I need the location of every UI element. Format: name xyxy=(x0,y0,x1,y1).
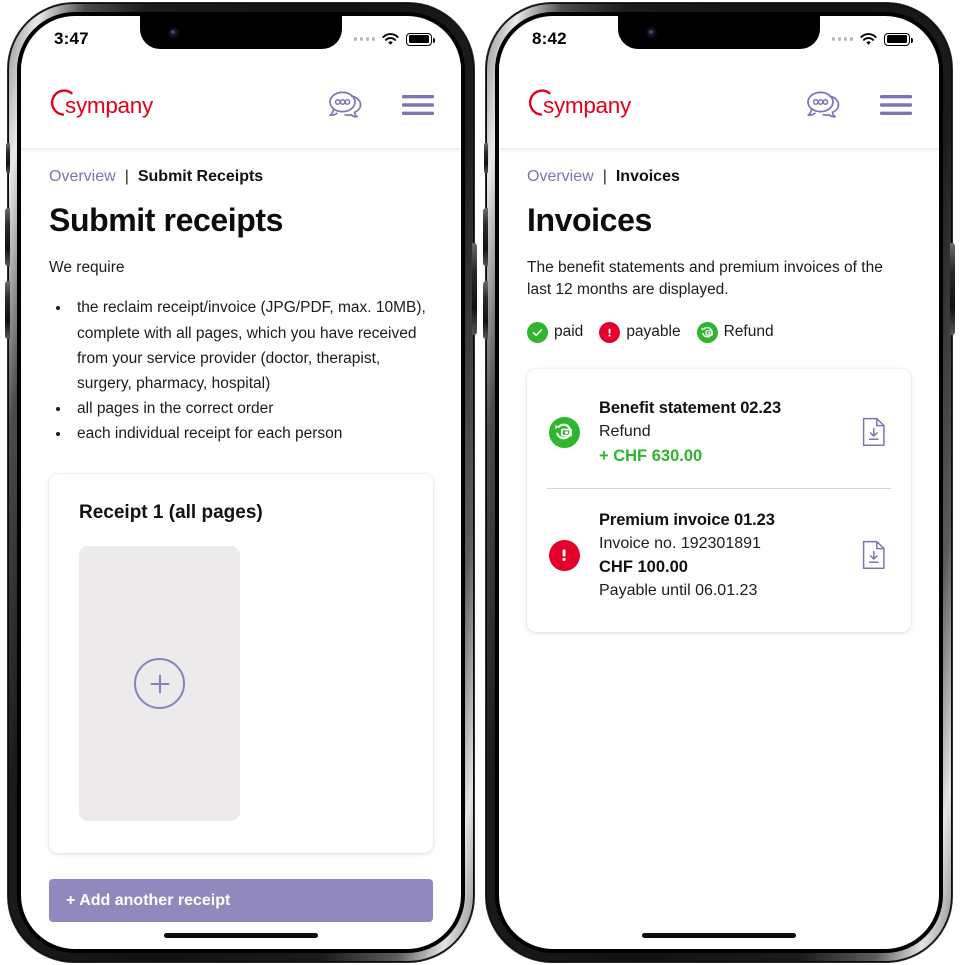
breadcrumb-separator: | xyxy=(602,168,607,185)
document-download-icon[interactable] xyxy=(859,417,889,447)
volume-up-button[interactable] xyxy=(5,208,10,266)
wifi-icon xyxy=(860,32,877,46)
invoice-status-wrap xyxy=(547,539,581,571)
exclamation-circle-icon xyxy=(548,539,580,571)
invoice-number: Invoice no. 192301891 xyxy=(599,534,761,552)
list-item: all pages in the correct order xyxy=(71,396,433,421)
signal-dots-icon xyxy=(831,37,853,41)
invoice-title: Benefit statement 02.23 xyxy=(599,398,782,417)
refund-circle-icon xyxy=(548,416,580,448)
exclamation-circle-icon xyxy=(599,321,621,343)
chat-bubbles-icon[interactable] xyxy=(805,89,843,121)
status-bar: 8:42 xyxy=(499,16,939,62)
page-content-right: Overview | Invoices Invoices The benefit… xyxy=(499,168,939,632)
breadcrumb-current: Invoices xyxy=(615,168,680,185)
power-button[interactable] xyxy=(472,243,477,335)
header-actions xyxy=(327,89,435,121)
hamburger-menu-icon[interactable] xyxy=(401,93,435,117)
silence-switch[interactable] xyxy=(6,143,10,173)
invoice-title: Premium invoice 01.23 xyxy=(599,510,775,529)
add-another-receipt-button[interactable]: + Add another receipt xyxy=(49,879,433,923)
invoice-details: Premium invoice 01.23 Invoice no. 192301… xyxy=(599,511,841,600)
invoice-status-wrap xyxy=(547,416,581,448)
receipt-card-title: Receipt 1 (all pages) xyxy=(79,502,263,524)
intro-text: The benefit statements and premium invoi… xyxy=(527,259,883,299)
power-button[interactable] xyxy=(950,243,955,335)
invoice-amount: CHF 100.00 xyxy=(599,557,688,576)
page-content-left: Overview | Submit Receipts Submit receip… xyxy=(21,168,461,923)
battery-full-icon xyxy=(406,32,435,46)
status-indicators xyxy=(353,32,435,46)
status-clock: 8:42 xyxy=(532,29,567,48)
screenshot-stage: 3:47 sympany Overview | Submit Receipts … xyxy=(0,0,960,965)
battery-full-icon xyxy=(884,32,913,46)
legend-label-paid: paid xyxy=(554,323,584,341)
check-circle-icon xyxy=(527,321,548,343)
page-title: Invoices xyxy=(527,202,652,238)
document-download-icon[interactable] xyxy=(859,540,889,570)
receipt-upload-dropzone[interactable] xyxy=(79,546,240,822)
sympany-logo[interactable]: sympany xyxy=(49,88,153,122)
app-header-right: sympany xyxy=(499,62,939,148)
intro-text: We require xyxy=(49,259,125,276)
invoice-row-benefit-statement[interactable]: Benefit statement 02.23 Refund + CHF 630… xyxy=(527,377,911,488)
wifi-icon xyxy=(382,32,399,46)
invoice-row-premium-invoice[interactable]: Premium invoice 01.23 Invoice no. 192301… xyxy=(527,489,911,622)
invoice-subtitle: Refund xyxy=(599,422,651,440)
volume-down-button[interactable] xyxy=(5,281,10,339)
invoice-details: Benefit statement 02.23 Refund + CHF 630… xyxy=(599,399,841,466)
legend-item-paid: paid xyxy=(527,321,584,343)
home-indicator[interactable] xyxy=(164,932,318,938)
sympany-logo[interactable]: sympany xyxy=(527,88,631,122)
status-clock: 3:47 xyxy=(54,29,89,48)
phone-screen-right: 8:42 sympany Overview | Invoices Invoice… xyxy=(499,16,939,949)
header-shadow xyxy=(21,149,461,154)
home-indicator[interactable] xyxy=(642,932,796,938)
legend-item-payable: payable xyxy=(599,321,681,343)
chat-bubbles-icon[interactable] xyxy=(327,89,365,121)
invoice-amount: + CHF 630.00 xyxy=(599,446,703,465)
volume-up-button[interactable] xyxy=(483,208,488,266)
svg-text:sympany: sympany xyxy=(543,93,631,118)
phone-device-left: 3:47 sympany Overview | Submit Receipts … xyxy=(5,3,477,962)
header-actions xyxy=(805,89,913,121)
breadcrumb-separator: | xyxy=(124,168,129,185)
breadcrumb: Overview | Submit Receipts xyxy=(49,168,433,186)
legend-label-payable: payable xyxy=(626,323,681,341)
refund-circle-icon xyxy=(696,321,718,343)
requirements-list: the reclaim receipt/invoice (JPG/PDF, ma… xyxy=(71,295,433,446)
status-legend: paid payable Refund xyxy=(527,321,911,343)
invoice-due-date: Payable until 06.01.23 xyxy=(599,581,758,599)
legend-label-refund: Refund xyxy=(723,323,774,341)
phone-device-right: 8:42 sympany Overview | Invoices Invoice… xyxy=(483,3,955,962)
list-item: the reclaim receipt/invoice (JPG/PDF, ma… xyxy=(71,295,433,395)
breadcrumb-overview-link[interactable]: Overview xyxy=(527,168,594,186)
header-shadow xyxy=(499,149,939,154)
phone-screen-left: 3:47 sympany Overview | Submit Receipts … xyxy=(21,16,461,949)
signal-dots-icon xyxy=(353,37,375,41)
breadcrumb-overview-link[interactable]: Overview xyxy=(49,168,116,186)
status-bar: 3:47 xyxy=(21,16,461,62)
status-indicators xyxy=(831,32,913,46)
page-title: Submit receipts xyxy=(49,202,284,238)
breadcrumb-current: Submit Receipts xyxy=(137,168,264,185)
list-item: each individual receipt for each person xyxy=(71,421,433,446)
app-header-left: sympany xyxy=(21,62,461,148)
legend-item-refund: Refund xyxy=(696,321,774,343)
svg-text:sympany: sympany xyxy=(65,93,153,118)
receipt-card: Receipt 1 (all pages) xyxy=(49,474,433,854)
breadcrumb: Overview | Invoices xyxy=(527,168,911,186)
silence-switch[interactable] xyxy=(484,143,488,173)
volume-down-button[interactable] xyxy=(483,281,488,339)
plus-circle-icon[interactable] xyxy=(134,658,185,710)
invoice-list-card: Benefit statement 02.23 Refund + CHF 630… xyxy=(527,368,911,632)
hamburger-menu-icon[interactable] xyxy=(879,93,913,117)
